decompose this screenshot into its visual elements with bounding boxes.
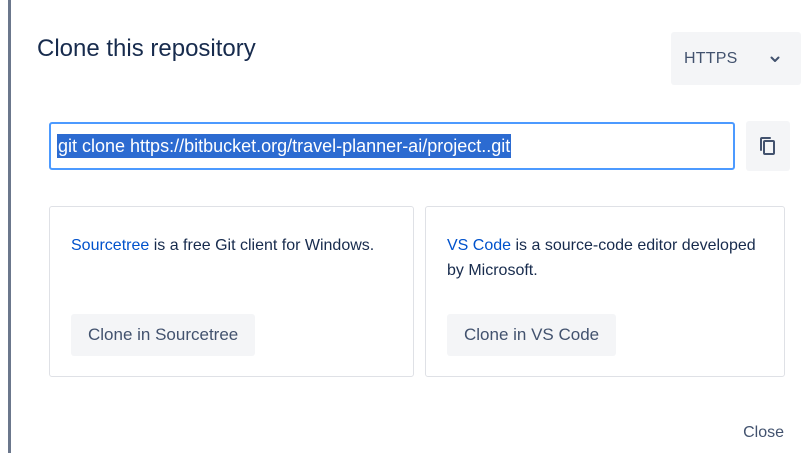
clone-in-sourcetree-button[interactable]: Clone in Sourcetree: [71, 314, 256, 356]
window-left-edge: [8, 0, 11, 453]
clone-command-text: git clone https://bitbucket.org/travel-p…: [57, 134, 512, 158]
vscode-link[interactable]: VS Code: [447, 237, 511, 254]
chevron-down-icon: [770, 56, 780, 62]
sourcetree-description: Sourcetree is a free Git client for Wind…: [71, 233, 395, 258]
copy-button[interactable]: [746, 121, 790, 171]
dialog-title: Clone this repository: [37, 35, 256, 62]
clone-in-vscode-button[interactable]: Clone in VS Code: [447, 314, 617, 356]
protocol-select-value: HTTPS: [684, 49, 738, 67]
close-button[interactable]: Close: [743, 424, 784, 442]
protocol-select[interactable]: HTTPS: [671, 32, 801, 85]
vscode-description: VS Code is a source-code editor develope…: [447, 233, 766, 283]
sourcetree-description-text: is a free Git client for Windows.: [149, 237, 375, 254]
clone-command-input[interactable]: git clone https://bitbucket.org/travel-p…: [49, 122, 735, 170]
clone-dialog: Clone this repository HTTPS git clone ht…: [0, 0, 810, 453]
sourcetree-card: Sourcetree is a free Git client for Wind…: [49, 206, 414, 377]
vscode-card: VS Code is a source-code editor develope…: [425, 206, 785, 377]
copy-icon: [760, 137, 775, 155]
sourcetree-link[interactable]: Sourcetree: [71, 237, 149, 254]
